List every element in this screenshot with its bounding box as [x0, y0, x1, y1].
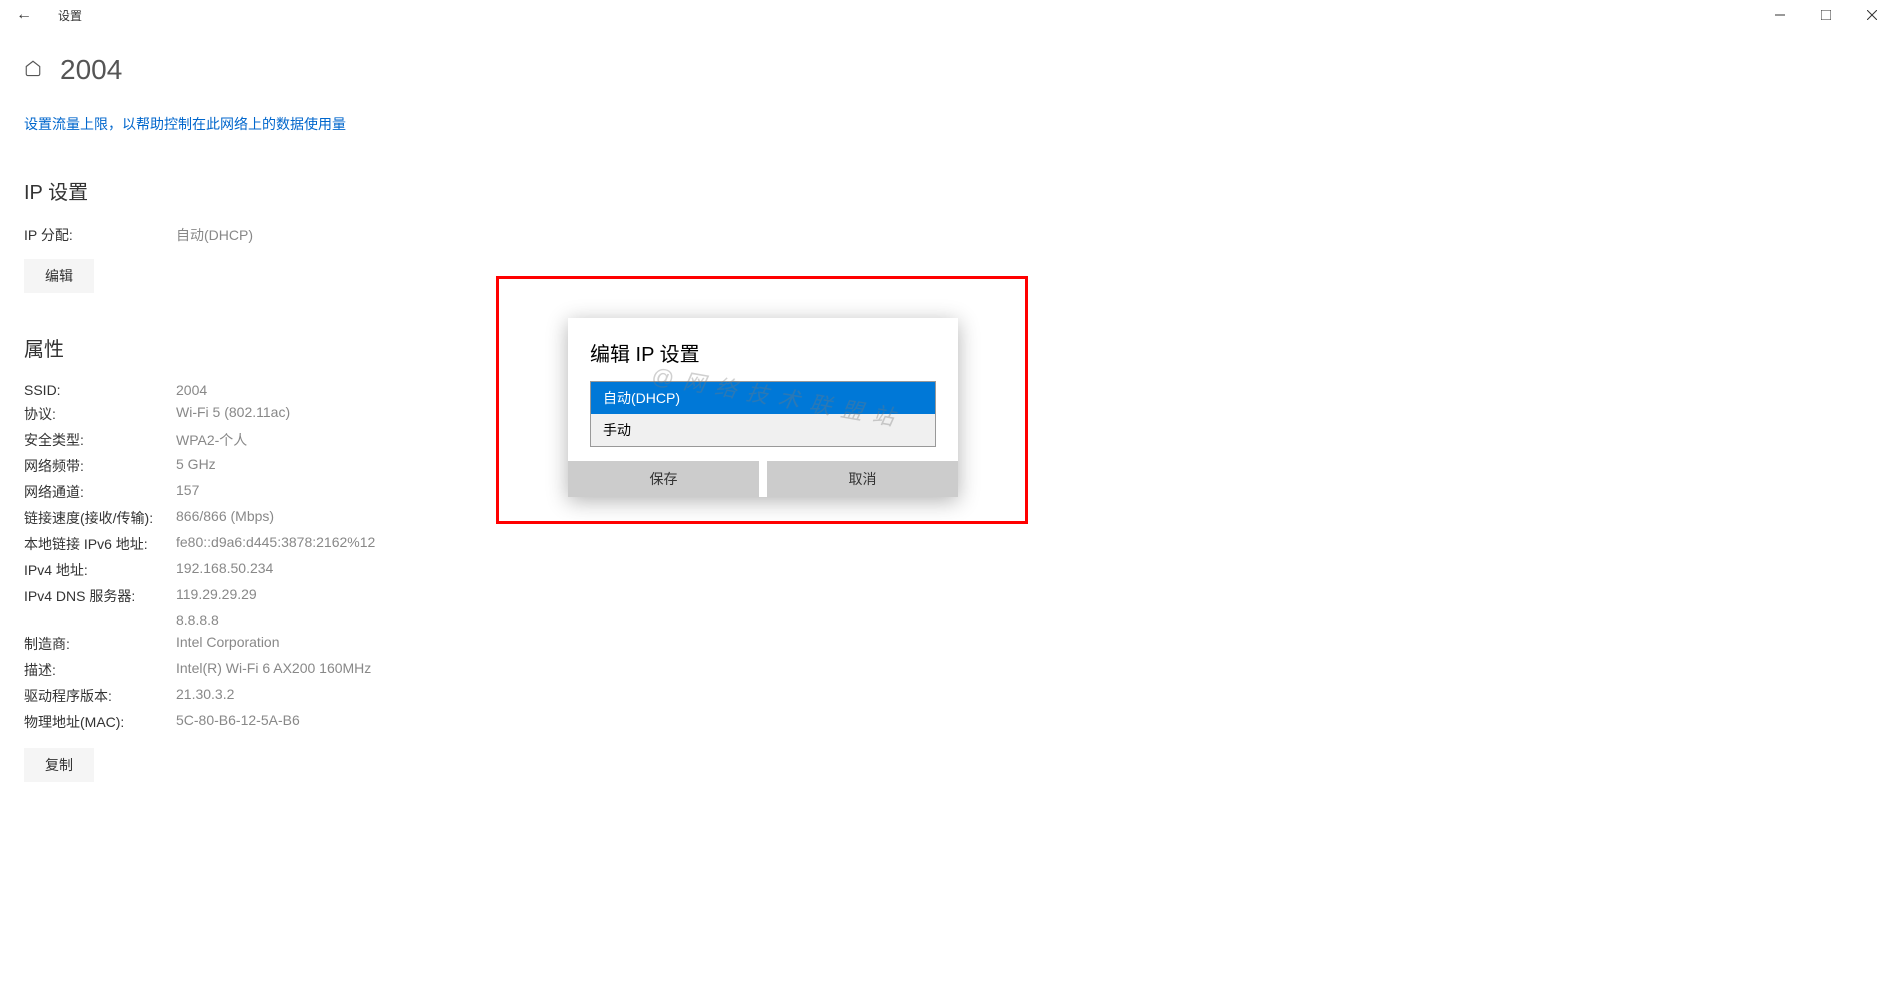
attribute-value: WPA2-个人 [176, 430, 247, 450]
edit-button[interactable]: 编辑 [24, 259, 94, 293]
cancel-button[interactable]: 取消 [767, 461, 958, 497]
header-row: 2004 [24, 54, 1879, 86]
save-button[interactable]: 保存 [568, 461, 759, 497]
attribute-value: 157 [176, 482, 199, 502]
attribute-row: IPv4 DNS 服务器:119.29.29.29 [24, 586, 1879, 606]
attribute-row: 制造商:Intel Corporation [24, 634, 1879, 654]
attribute-row: 本地链接 IPv6 地址:fe80::d9a6:d445:3878:2162%1… [24, 534, 1879, 554]
attribute-row: 链接速度(接收/传输):866/866 (Mbps) [24, 508, 1879, 528]
dropdown-option-manual[interactable]: 手动 [591, 414, 935, 446]
attribute-label: IPv4 地址: [24, 560, 176, 580]
maximize-button[interactable] [1803, 0, 1849, 30]
titlebar: ← 设置 [0, 0, 1903, 30]
attribute-value: Intel Corporation [176, 634, 280, 654]
attribute-value: 5C-80-B6-12-5A-B6 [176, 712, 300, 732]
attribute-label [24, 612, 176, 628]
attribute-value: 21.30.3.2 [176, 686, 234, 706]
ip-settings-section: IP 设置 IP 分配: 自动(DHCP) 编辑 [24, 176, 1879, 333]
attribute-row: 驱动程序版本:21.30.3.2 [24, 686, 1879, 706]
ip-assignment-label: IP 分配: [24, 225, 176, 245]
attribute-value: Wi-Fi 5 (802.11ac) [176, 404, 290, 424]
attribute-value: 119.29.29.29 [176, 586, 257, 606]
attribute-value: 866/866 (Mbps) [176, 508, 274, 528]
copy-button[interactable]: 复制 [24, 748, 94, 782]
titlebar-title: 设置 [58, 7, 82, 24]
attribute-label: 协议: [24, 404, 176, 424]
dialog-title: 编辑 IP 设置 [590, 338, 936, 367]
attribute-label: 链接速度(接收/传输): [24, 508, 176, 528]
close-button[interactable] [1849, 0, 1895, 30]
attribute-row: 8.8.8.8 [24, 612, 1879, 628]
attribute-value: Intel(R) Wi-Fi 6 AX200 160MHz [176, 660, 371, 680]
attribute-row: IPv4 地址:192.168.50.234 [24, 560, 1879, 580]
attribute-label: 网络频带: [24, 456, 176, 476]
attribute-value: 2004 [176, 382, 207, 398]
attribute-label: 物理地址(MAC): [24, 712, 176, 732]
window-controls [1757, 0, 1895, 30]
attribute-label: 本地链接 IPv6 地址: [24, 534, 176, 554]
attribute-label: 描述: [24, 660, 176, 680]
attribute-label: 制造商: [24, 634, 176, 654]
dropdown-option-auto[interactable]: 自动(DHCP) [591, 382, 935, 414]
attribute-label: SSID: [24, 382, 176, 398]
titlebar-left: ← 设置 [8, 2, 82, 28]
attribute-value: fe80::d9a6:d445:3878:2162%12 [176, 534, 375, 554]
dialog-buttons: 保存 取消 [568, 461, 958, 497]
attribute-label: IPv4 DNS 服务器: [24, 586, 176, 606]
home-icon[interactable] [24, 59, 42, 82]
attribute-label: 网络通道: [24, 482, 176, 502]
ip-mode-dropdown[interactable]: 自动(DHCP) 手动 [590, 381, 936, 447]
attribute-label: 安全类型: [24, 430, 176, 450]
edit-ip-dialog: 编辑 IP 设置 自动(DHCP) 手动 保存 取消 [568, 318, 958, 497]
ip-settings-heading: IP 设置 [24, 176, 1879, 205]
page-title: 2004 [60, 54, 122, 86]
attribute-row: 物理地址(MAC):5C-80-B6-12-5A-B6 [24, 712, 1879, 732]
attribute-value: 5 GHz [176, 456, 216, 476]
ip-assignment-value: 自动(DHCP) [176, 225, 253, 245]
attribute-value: 8.8.8.8 [176, 612, 219, 628]
attribute-label: 驱动程序版本: [24, 686, 176, 706]
attribute-row: 描述:Intel(R) Wi-Fi 6 AX200 160MHz [24, 660, 1879, 680]
minimize-button[interactable] [1757, 0, 1803, 30]
back-arrow-icon[interactable]: ← [8, 2, 40, 28]
data-limit-link[interactable]: 设置流量上限，以帮助控制在此网络上的数据使用量 [24, 114, 1879, 134]
ip-assignment-row: IP 分配: 自动(DHCP) [24, 225, 1879, 245]
attribute-value: 192.168.50.234 [176, 560, 273, 580]
